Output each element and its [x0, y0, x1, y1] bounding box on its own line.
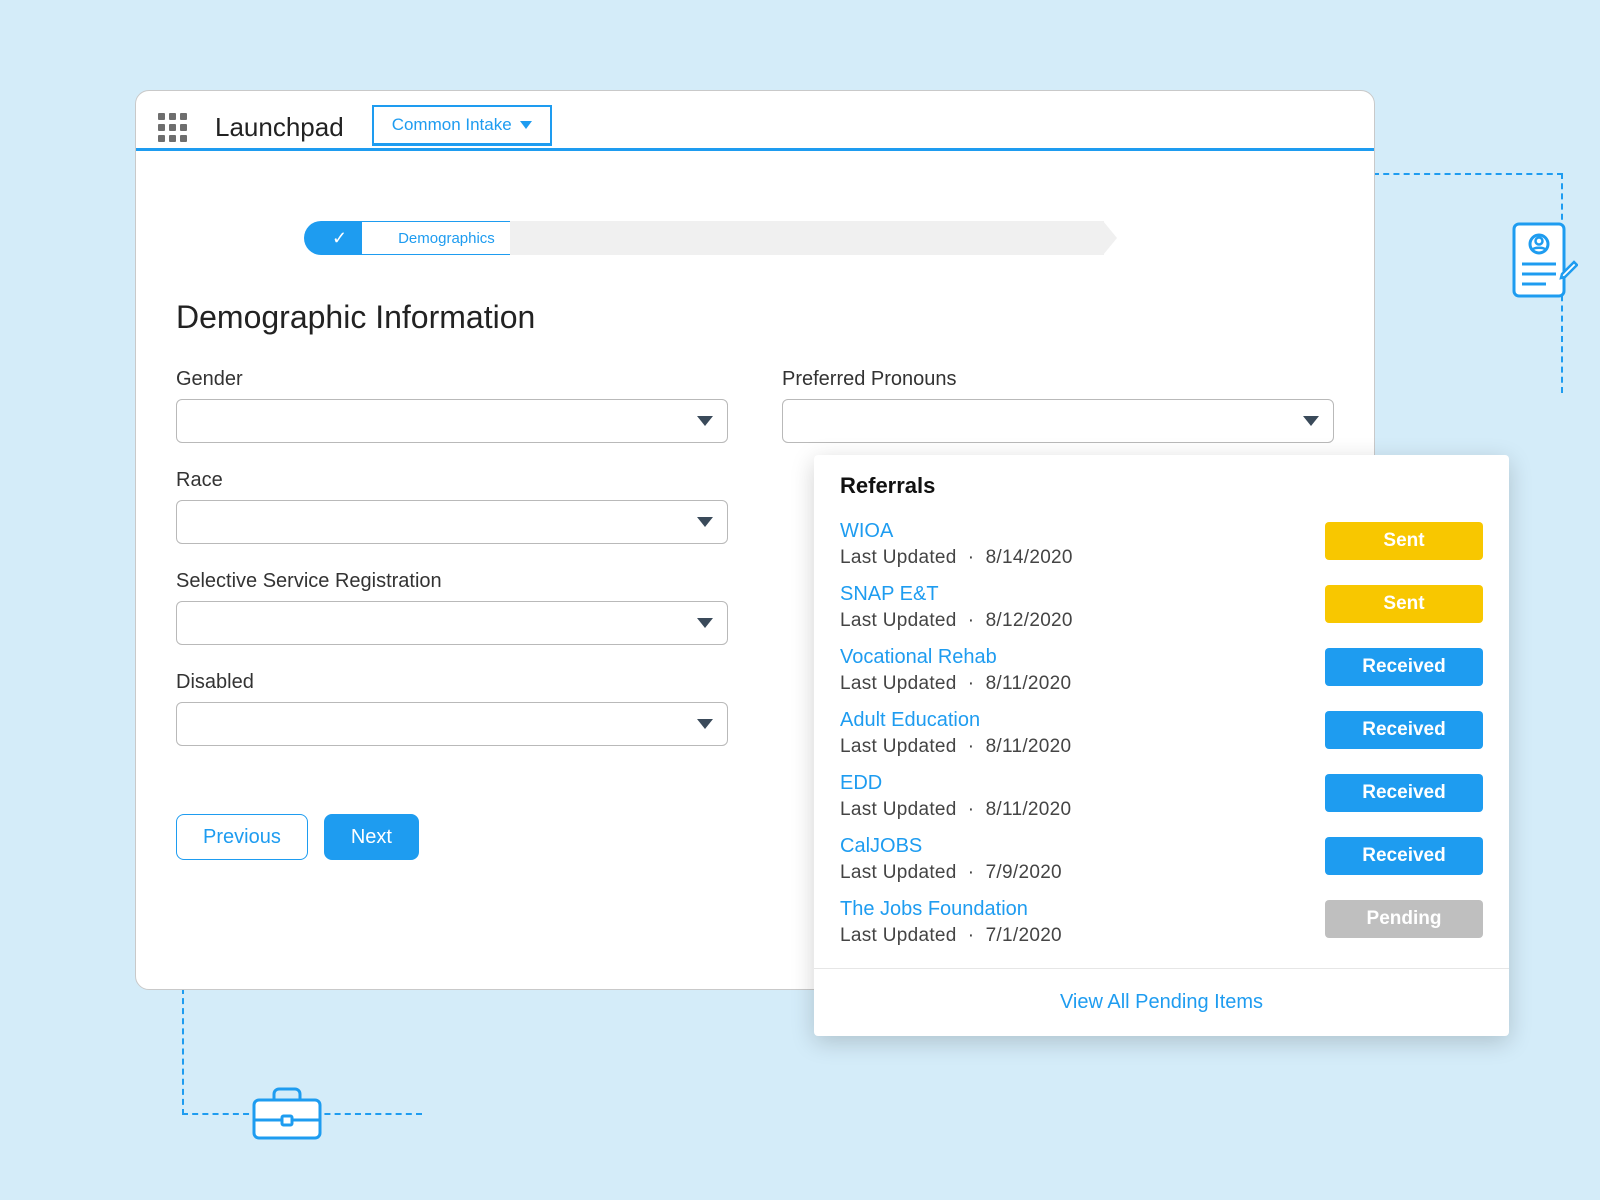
chevron-down-icon	[697, 517, 713, 527]
profile-document-icon	[1510, 220, 1578, 302]
referral-row: The Jobs Foundation Last Updated · 7/1/20…	[840, 891, 1483, 954]
gender-select[interactable]	[176, 399, 728, 443]
referral-name-link[interactable]: SNAP E&T	[840, 583, 1325, 606]
header-accent-bar	[136, 148, 1374, 151]
referral-status-badge: Pending	[1325, 900, 1483, 938]
progress-step-future[interactable]	[510, 221, 640, 255]
app-launcher-icon[interactable]	[158, 113, 187, 142]
referral-row: Adult Education Last Updated · 8/11/2020R…	[840, 702, 1483, 765]
chevron-down-icon	[1303, 416, 1319, 426]
view-all-pending-link[interactable]: View All Pending Items	[1060, 991, 1263, 1013]
referrals-title: Referrals	[840, 473, 1483, 499]
pronouns-select[interactable]	[782, 399, 1334, 443]
check-icon: ✓	[332, 228, 347, 249]
referral-name-link[interactable]: WIOA	[840, 520, 1325, 543]
referral-row: SNAP E&T Last Updated · 8/12/2020Sent	[840, 576, 1483, 639]
referral-last-updated: Last Updated · 8/11/2020	[840, 799, 1325, 821]
selective-service-select[interactable]	[176, 601, 728, 645]
progress-step-future[interactable]	[742, 221, 872, 255]
gender-label: Gender	[176, 368, 728, 391]
next-button[interactable]: Next	[324, 814, 419, 860]
previous-button[interactable]: Previous	[176, 814, 308, 860]
referral-last-updated: Last Updated · 8/12/2020	[840, 610, 1325, 632]
referral-row: EDD Last Updated · 8/11/2020Received	[840, 765, 1483, 828]
referral-last-updated: Last Updated · 8/14/2020	[840, 547, 1325, 569]
race-label: Race	[176, 469, 728, 492]
app-title: Launchpad	[215, 112, 344, 143]
progress-step-future[interactable]	[974, 221, 1104, 255]
referral-last-updated: Last Updated · 8/11/2020	[840, 736, 1325, 758]
referral-last-updated: Last Updated · 7/1/2020	[840, 925, 1325, 947]
progress-step-label: Demographics	[398, 230, 495, 247]
chevron-down-icon	[697, 416, 713, 426]
race-select[interactable]	[176, 500, 728, 544]
referral-name-link[interactable]: EDD	[840, 772, 1325, 795]
tab-common-intake[interactable]: Common Intake	[372, 105, 552, 146]
pronouns-label: Preferred Pronouns	[782, 368, 1334, 391]
referrals-panel: Referrals WIOA Last Updated · 8/14/2020Se…	[814, 455, 1509, 1036]
disabled-select[interactable]	[176, 702, 728, 746]
referral-status-badge: Received	[1325, 711, 1483, 749]
progress-step-demographics[interactable]: Demographics	[361, 221, 524, 255]
referral-row: CalJOBS Last Updated · 7/9/2020Received	[840, 828, 1483, 891]
referral-status-badge: Received	[1325, 774, 1483, 812]
selective-service-label: Selective Service Registration	[176, 570, 728, 593]
progress-path: ✓ Demographics	[304, 221, 1374, 255]
chevron-down-icon	[520, 121, 532, 129]
referral-name-link[interactable]: Adult Education	[840, 709, 1325, 732]
referral-last-updated: Last Updated · 7/9/2020	[840, 862, 1325, 884]
referral-status-badge: Sent	[1325, 522, 1483, 560]
referral-name-link[interactable]: Vocational Rehab	[840, 646, 1325, 669]
referral-name-link[interactable]: The Jobs Foundation	[840, 898, 1325, 921]
referral-name-link[interactable]: CalJOBS	[840, 835, 1325, 858]
referral-last-updated: Last Updated · 8/11/2020	[840, 673, 1325, 695]
tab-label: Common Intake	[392, 115, 512, 135]
referral-row: WIOA Last Updated · 8/14/2020Sent	[840, 513, 1483, 576]
progress-step-future[interactable]	[626, 221, 756, 255]
progress-step-future[interactable]	[858, 221, 988, 255]
referral-status-badge: Received	[1325, 648, 1483, 686]
chevron-down-icon	[697, 719, 713, 729]
disabled-label: Disabled	[176, 671, 728, 694]
referral-row: Vocational Rehab Last Updated · 8/11/2020…	[840, 639, 1483, 702]
referral-status-badge: Sent	[1325, 585, 1483, 623]
referral-status-badge: Received	[1325, 837, 1483, 875]
briefcase-icon	[250, 1084, 324, 1142]
page-title: Demographic Information	[176, 299, 1334, 336]
chevron-down-icon	[697, 618, 713, 628]
